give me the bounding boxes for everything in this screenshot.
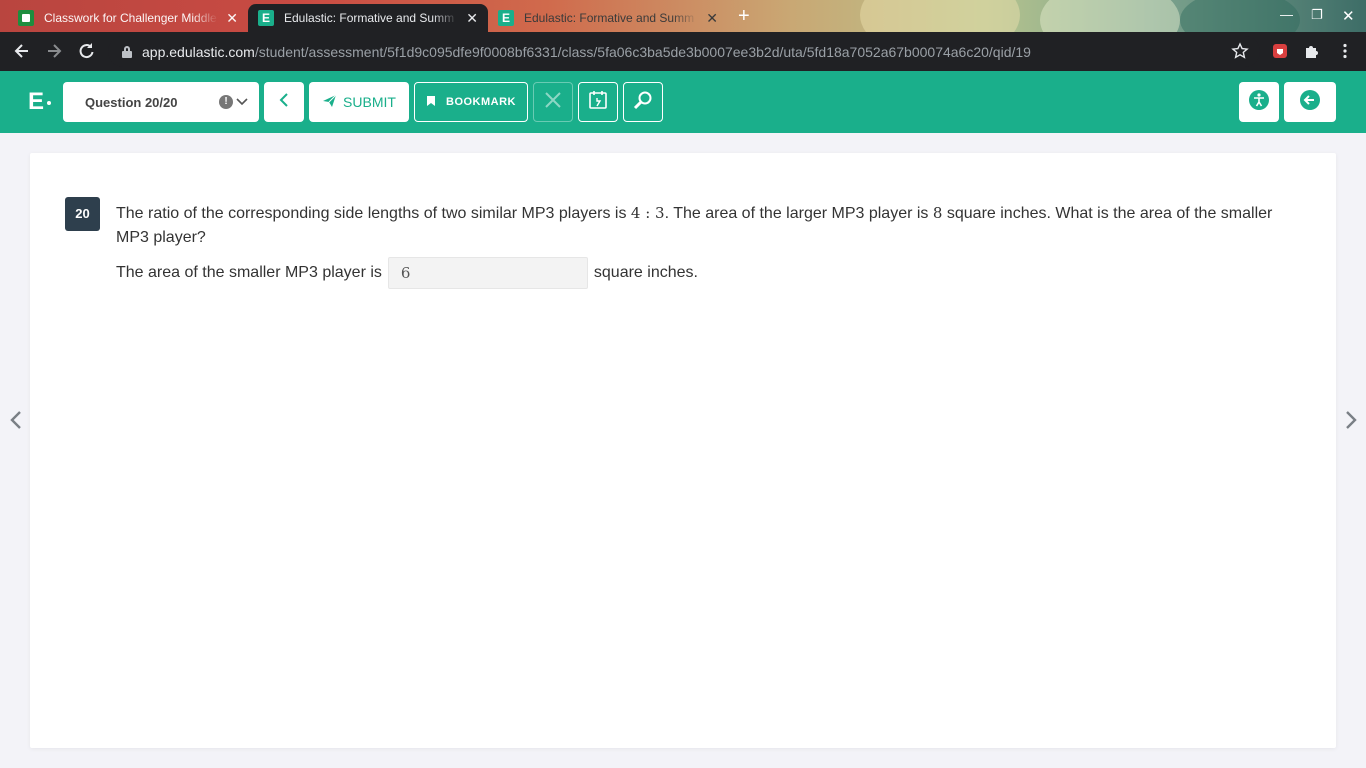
tab-title: Edulastic: Formative and Summ <box>524 11 695 25</box>
ratio-value: 4 : 3 <box>630 204 665 222</box>
edulastic-logo: E <box>28 88 45 115</box>
answer-prefix: The area of the smaller MP3 player is <box>116 264 382 281</box>
magnifier-icon <box>633 90 653 115</box>
url-host: app.edulastic.com <box>142 43 255 60</box>
prompt-text: The ratio of the corresponding side leng… <box>116 205 631 222</box>
submit-label: SUBMIT <box>343 94 396 110</box>
exit-arrow-icon <box>1299 89 1321 116</box>
answer-value: 6 <box>400 264 411 282</box>
browser-tab-classwork[interactable]: Classwork for Challenger Middle ✕ <box>8 4 248 32</box>
accessibility-button[interactable] <box>1239 82 1279 122</box>
edulastic-icon: E <box>498 10 514 26</box>
restore-icon[interactable]: ❐ <box>1311 7 1323 23</box>
tab-title: Classwork for Challenger Middle <box>44 11 217 25</box>
browser-tab-edulastic-active[interactable]: E Edulastic: Formative and Summ ✕ <box>248 4 488 32</box>
close-icon <box>544 91 562 114</box>
wallpaper-blob <box>860 0 1020 32</box>
question-selector[interactable]: Question 20/20 ! <box>63 82 259 122</box>
warning-icon: ! <box>219 95 233 109</box>
previous-arrow-icon[interactable] <box>9 409 23 431</box>
back-icon[interactable] <box>11 40 33 62</box>
browser-toolbar: app.edulastic.com /student/assessment/5f… <box>0 32 1366 71</box>
next-arrow-icon[interactable] <box>1344 409 1358 431</box>
answer-input[interactable]: 6 <box>387 257 588 289</box>
scratchpad-button[interactable] <box>578 82 618 122</box>
lock-icon <box>122 45 132 58</box>
previous-question-button[interactable] <box>264 82 304 122</box>
browser-tab-edulastic[interactable]: E Edulastic: Formative and Summ ✕ <box>488 4 728 32</box>
question-selector-label: Question 20/20 <box>85 94 178 110</box>
accessibility-icon <box>1248 89 1270 116</box>
new-tab-icon[interactable]: + <box>738 5 750 27</box>
question-prompt: The ratio of the corresponding side leng… <box>116 201 1276 250</box>
logo-dot <box>47 101 51 105</box>
close-tool-button[interactable] <box>533 82 573 122</box>
close-tab-icon[interactable]: ✕ <box>706 11 718 25</box>
reload-icon[interactable] <box>75 40 97 62</box>
extensions-puzzle-icon[interactable] <box>1303 42 1321 60</box>
close-tab-icon[interactable]: ✕ <box>466 11 478 25</box>
chevron-left-icon <box>277 92 291 113</box>
bookmark-label: BOOKMARK <box>446 96 516 108</box>
forward-icon[interactable] <box>43 40 65 62</box>
minimize-icon[interactable]: — <box>1280 7 1293 22</box>
browser-menu-icon[interactable] <box>1336 42 1354 60</box>
zoom-button[interactable] <box>623 82 663 122</box>
prompt-text: . The area of the larger MP3 player is <box>664 205 933 222</box>
wallpaper-blob <box>1040 0 1180 32</box>
browser-tab-strip: Classwork for Challenger Middle ✕ E Edul… <box>0 0 1366 32</box>
bookmark-icon <box>426 95 436 110</box>
app-header: E Question 20/20 ! SUBMIT BOOKMARK <box>0 71 1366 133</box>
address-bar[interactable]: app.edulastic.com /student/assessment/5f… <box>108 36 1260 67</box>
answer-suffix: square inches. <box>593 264 698 281</box>
tab-title: Edulastic: Formative and Summ <box>284 11 455 25</box>
answer-row: The area of the smaller MP3 player is 6 … <box>116 257 698 289</box>
question-number-badge: 20 <box>65 197 100 231</box>
bookmark-button[interactable]: BOOKMARK <box>414 82 528 122</box>
calculator-icon <box>588 90 608 115</box>
question-card: 20 The ratio of the corresponding side l… <box>30 153 1336 748</box>
close-window-icon[interactable]: ✕ <box>1342 7 1355 25</box>
close-tab-icon[interactable]: ✕ <box>226 11 238 25</box>
submit-button[interactable]: SUBMIT <box>309 82 409 122</box>
bookmark-star-icon[interactable] <box>1231 42 1249 60</box>
extension-shield-icon[interactable] <box>1271 42 1289 60</box>
larger-area-value: 8 <box>932 204 943 222</box>
exit-button[interactable] <box>1284 82 1336 122</box>
paper-plane-icon <box>322 94 337 111</box>
url-path: /student/assessment/5f1d9c095dfe9f0008bf… <box>254 43 1031 60</box>
google-classroom-icon <box>18 10 34 26</box>
edulastic-icon: E <box>258 10 274 26</box>
chevron-down-icon <box>236 92 248 112</box>
